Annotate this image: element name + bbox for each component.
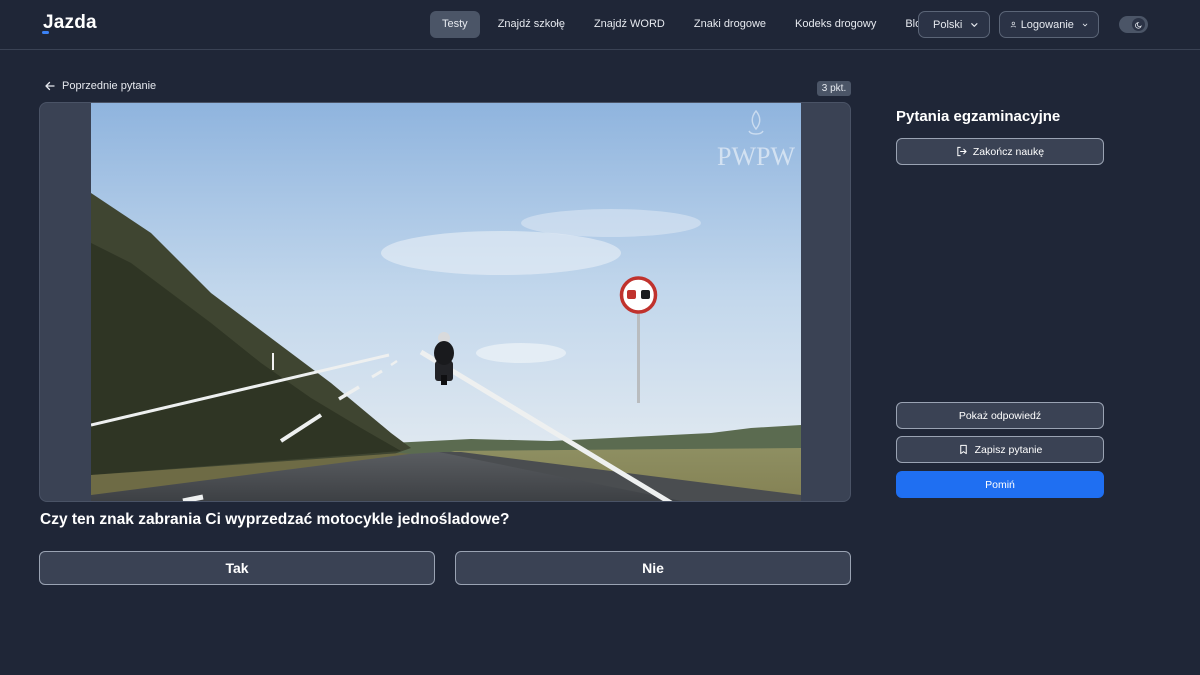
previous-question-label: Poprzednie pytanie	[62, 80, 157, 92]
user-icon	[1010, 21, 1016, 28]
arrow-left-icon	[45, 81, 55, 91]
photo-watermark: PWPW	[717, 142, 795, 171]
question-media-frame: PWPW	[39, 102, 851, 502]
save-question-label: Zapisz pytanie	[974, 443, 1043, 456]
moon-icon	[1134, 21, 1142, 29]
login-dropdown[interactable]: Logowanie	[999, 11, 1099, 38]
language-label: Polski	[933, 18, 963, 31]
logo[interactable]: Jazda	[42, 12, 97, 34]
login-label: Logowanie	[1020, 18, 1074, 31]
answer-yes-button[interactable]: Tak	[39, 551, 435, 585]
main-nav: Testy Znajdź szkołę Znajdź WORD Znaki dr…	[430, 11, 948, 38]
previous-question-link[interactable]: Poprzednie pytanie	[44, 80, 156, 92]
bookmark-icon	[959, 444, 967, 455]
top-navigation-bar: Jazda Testy Znajdź szkołę Znajdź WORD Zn…	[0, 0, 1200, 50]
chevron-down-icon	[1082, 23, 1088, 26]
nav-item-testy[interactable]: Testy	[430, 11, 480, 38]
nav-item-znajdz-szkole[interactable]: Znajdź szkołę	[490, 11, 573, 38]
theme-toggle[interactable]	[1119, 16, 1148, 33]
chevron-down-icon	[971, 22, 978, 27]
question-text: Czy ten znak zabrania Ci wyprzedzać moto…	[40, 511, 510, 528]
toggle-knob	[1132, 18, 1145, 31]
show-answer-button[interactable]: Pokaż odpowiedź	[896, 402, 1104, 429]
question-photo: PWPW	[91, 103, 801, 501]
logout-icon	[957, 146, 967, 157]
nav-item-znaki-drogowe[interactable]: Znaki drogowe	[686, 11, 774, 38]
answer-no-button[interactable]: Nie	[455, 551, 851, 585]
nav-item-znajdz-word[interactable]: Znajdź WORD	[586, 11, 673, 38]
finish-learning-button[interactable]: Zakończ naukę	[896, 138, 1104, 165]
skip-button[interactable]: Pomiń	[896, 471, 1104, 498]
nav-item-kodeks-drogowy[interactable]: Kodeks drogowy	[787, 11, 884, 38]
finish-learning-label: Zakończ naukę	[972, 145, 1045, 158]
points-badge: 3 pkt.	[817, 81, 851, 96]
sidebar-title: Pytania egzaminacyjne	[896, 108, 1061, 125]
save-question-button[interactable]: Zapisz pytanie	[896, 436, 1104, 463]
language-dropdown[interactable]: Polski	[918, 11, 990, 38]
